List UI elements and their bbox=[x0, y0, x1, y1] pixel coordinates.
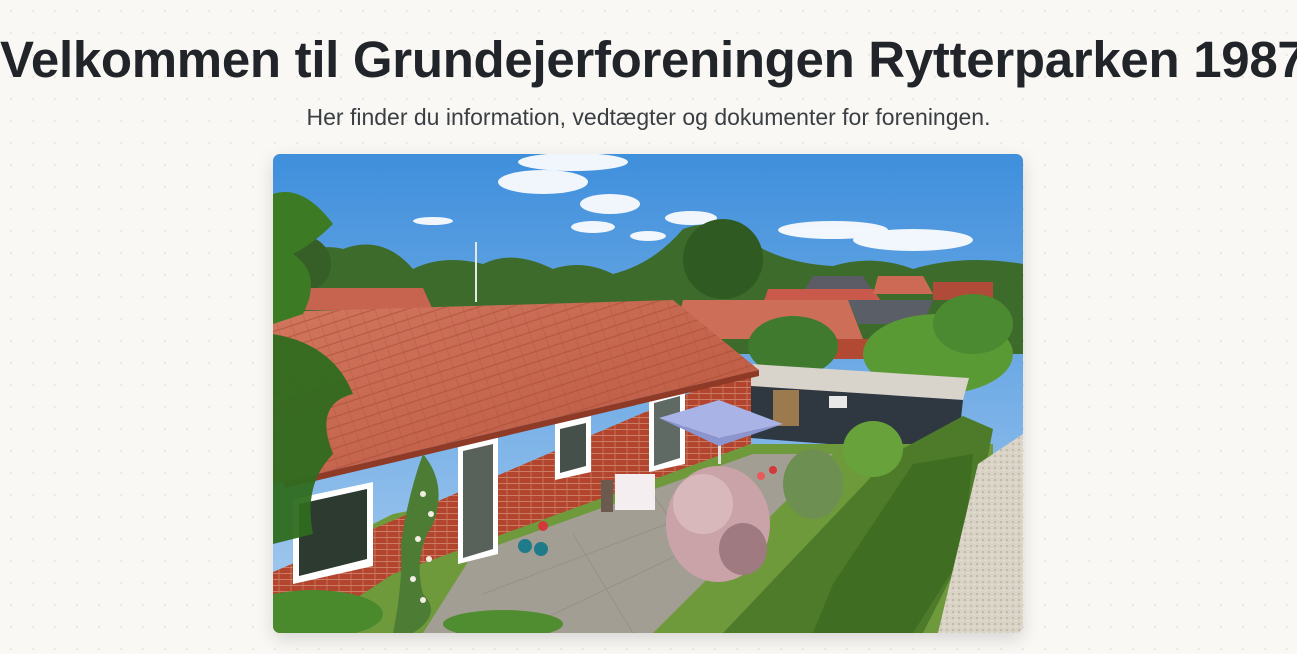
page-subtitle: Her finder du information, vedtægter og … bbox=[306, 104, 991, 130]
page-title: Velkommen til Grundejerforeningen Rytter… bbox=[0, 31, 1297, 88]
hero-photo bbox=[273, 154, 1023, 633]
